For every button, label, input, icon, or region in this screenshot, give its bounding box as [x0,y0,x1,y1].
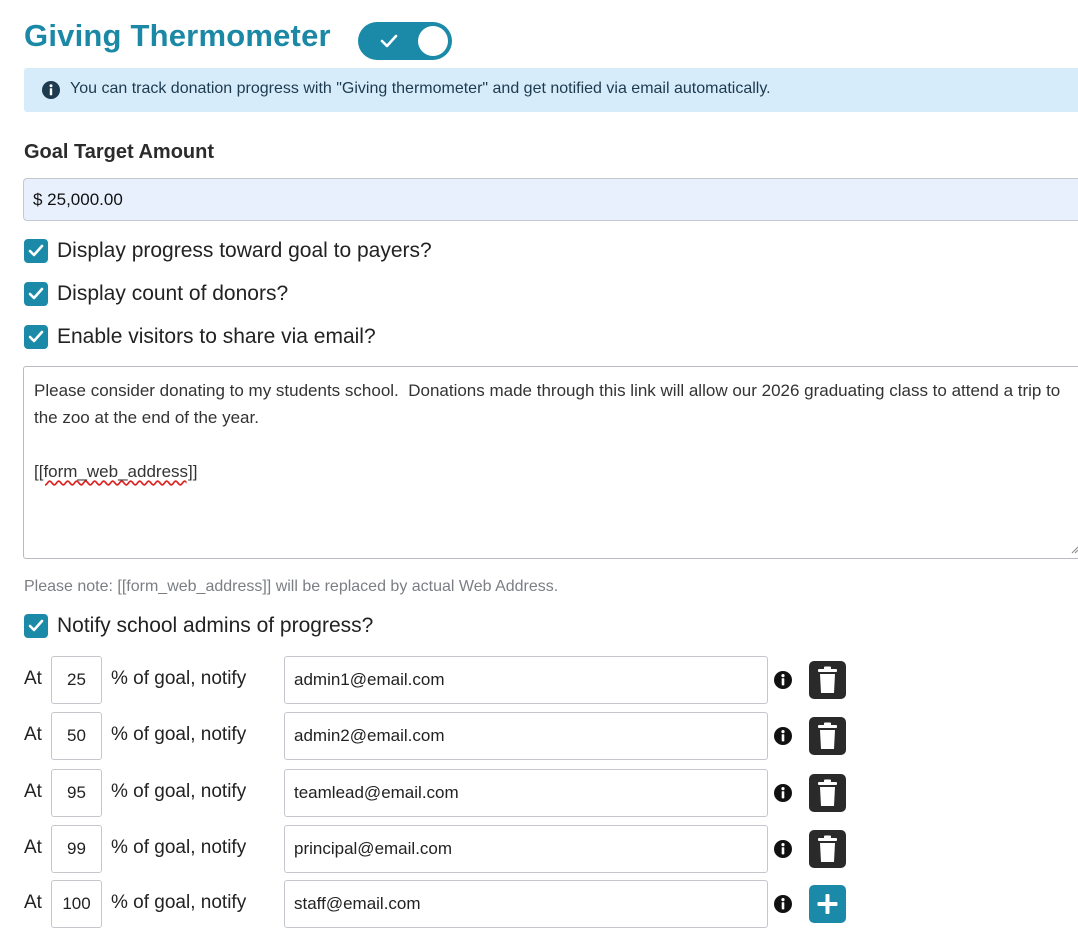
display-count-option[interactable]: Display count of donors? [24,282,288,306]
share-message-text: Please consider donating to my students … [34,377,1074,485]
goal-amount-input[interactable] [23,178,1078,221]
info-circle-icon[interactable] [773,670,793,690]
info-circle-icon[interactable] [773,726,793,746]
notify-admins-label: Notify school admins of progress? [57,614,374,637]
percent-input[interactable] [51,880,102,928]
at-label: At [24,837,42,858]
delete-button[interactable] [809,774,846,812]
at-label: At [24,668,42,689]
info-circle-icon[interactable] [773,839,793,859]
share-email-option[interactable]: Enable visitors to share via email? [24,325,376,349]
delete-button[interactable] [809,717,846,755]
of-goal-label: % of goal, notify [111,724,247,745]
email-field[interactable] [284,656,768,704]
trash-icon [818,666,837,693]
info-text: You can track donation progress with "Gi… [70,80,771,97]
percent-input[interactable] [51,825,102,873]
at-label: At [24,892,42,913]
enable-toggle[interactable] [358,22,452,60]
resize-grip-icon[interactable] [1069,544,1078,554]
display-progress-label: Display progress toward goal to payers? [57,239,432,262]
share-email-checkbox[interactable] [24,325,48,349]
of-goal-label: % of goal, notify [111,781,247,802]
email-field[interactable] [284,712,768,760]
share-email-label: Enable visitors to share via email? [57,325,376,348]
check-icon [28,330,44,343]
info-banner: You can track donation progress with "Gi… [24,68,1078,112]
at-label: At [24,781,42,802]
notify-admins-option[interactable]: Notify school admins of progress? [24,614,373,638]
delete-button[interactable] [809,830,846,868]
check-icon [380,34,398,48]
at-label: At [24,724,42,745]
email-field[interactable] [284,880,768,928]
add-notification-button[interactable] [809,885,846,923]
percent-input[interactable] [51,769,102,817]
email-field[interactable] [284,769,768,817]
trash-icon [818,722,837,749]
plus-icon [817,894,838,914]
display-progress-option[interactable]: Display progress toward goal to payers? [24,239,432,263]
delete-button[interactable] [809,661,846,699]
replacement-note: Please note: [[form_web_address]] will b… [24,578,559,595]
email-field[interactable] [284,825,768,873]
share-message-textarea[interactable]: Please consider donating to my students … [23,366,1078,559]
check-icon [28,287,44,300]
notify-admins-checkbox[interactable] [24,614,48,638]
trash-icon [818,835,837,862]
info-circle-icon[interactable] [773,894,793,914]
share-message-body: Please consider donating to my students … [34,381,1065,427]
percent-input[interactable] [51,712,102,760]
of-goal-label: % of goal, notify [111,668,247,689]
of-goal-label: % of goal, notify [111,892,247,913]
trash-icon [818,779,837,806]
check-icon [28,244,44,257]
display-count-label: Display count of donors? [57,282,289,305]
of-goal-label: % of goal, notify [111,837,247,858]
goal-label: Goal Target Amount [24,141,214,163]
section-title: Giving Thermometer [24,18,331,53]
form-web-address-tag: [[form_web_address]] [34,462,198,481]
toggle-knob [418,26,448,56]
info-circle-icon [42,81,60,99]
check-icon [28,619,44,632]
display-count-checkbox[interactable] [24,282,48,306]
display-progress-checkbox[interactable] [24,239,48,263]
percent-input[interactable] [51,656,102,704]
info-circle-icon[interactable] [773,783,793,803]
